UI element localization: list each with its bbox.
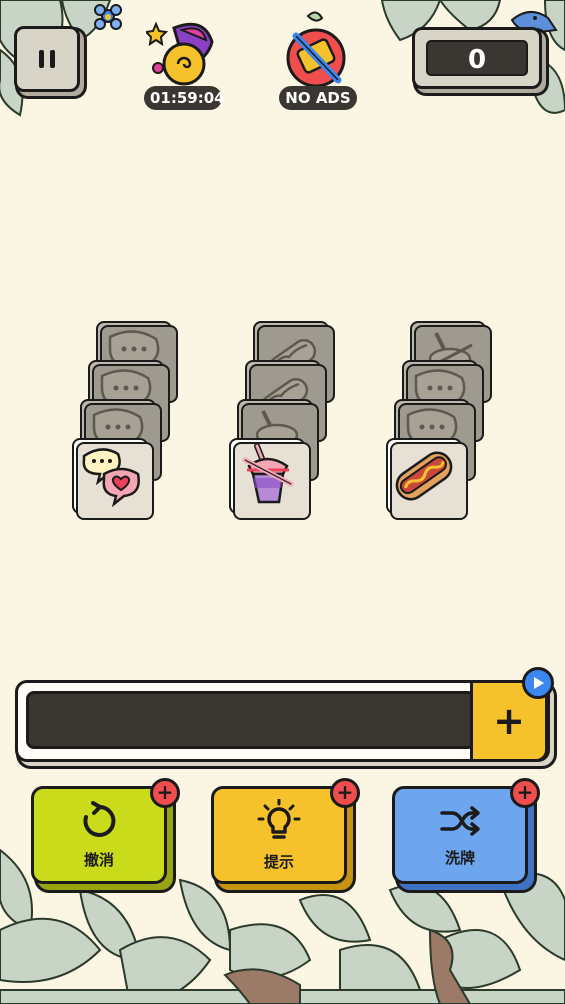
score-value: 0 (426, 40, 528, 76)
hot-dog-icon (395, 451, 453, 501)
pause-button[interactable] (14, 26, 80, 92)
undo-button[interactable]: 撤消 (31, 786, 167, 884)
timer-label: 01:59:04 (144, 86, 225, 110)
no-ads-icon[interactable] (280, 10, 352, 90)
tile-speech-bubble-heart[interactable] (72, 438, 154, 520)
snail-badge-icon (146, 21, 214, 86)
tray-slots (26, 691, 476, 749)
shuffle-label: 洗牌 (444, 848, 475, 867)
bubble-tea-icon (242, 444, 294, 504)
flower-icon (94, 4, 122, 30)
hint-label: 提示 (263, 852, 294, 871)
play-icon (534, 677, 544, 689)
tile-tray: + (15, 680, 550, 762)
hint-button[interactable]: 提示 (211, 786, 347, 884)
tile-hot-dog[interactable] (386, 438, 468, 520)
shuffle-plus-badge[interactable]: + (510, 778, 540, 808)
tile-bubble-tea[interactable] (229, 438, 311, 520)
undo-label: 撤消 (83, 850, 114, 869)
lightbulb-icon (257, 798, 301, 839)
shuffle-icon (440, 805, 480, 836)
hint-plus-badge[interactable]: + (330, 778, 360, 808)
video-ad-badge[interactable] (522, 667, 554, 699)
undo-icon (83, 800, 116, 837)
plus-icon: + (493, 699, 525, 743)
shuffle-button[interactable]: 洗牌 (392, 786, 528, 884)
score-panel: 0 (412, 27, 542, 89)
undo-plus-badge[interactable]: + (150, 778, 180, 808)
pause-icon (39, 50, 44, 68)
no-ads-label[interactable]: NO ADS (279, 86, 357, 110)
speech-bubble-heart-icon (82, 448, 140, 508)
